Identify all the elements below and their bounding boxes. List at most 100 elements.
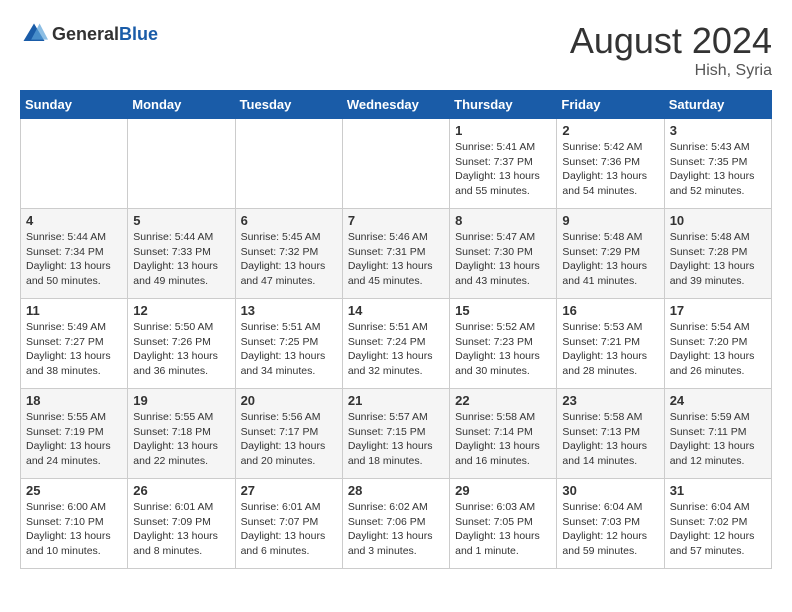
calendar-cell: 10Sunrise: 5:48 AM Sunset: 7:28 PM Dayli… <box>664 209 771 299</box>
calendar-cell: 31 Sunrise: 6:04 AM Sunset: 7:02 PM Dayli… <box>664 479 771 569</box>
day-number: 30 <box>562 483 658 498</box>
day-number: 8 <box>455 213 551 228</box>
day-number: 11 <box>26 303 122 318</box>
day-info: Sunrise: 6:04 AM Sunset: 7:03 PM Dayligh… <box>562 500 658 559</box>
weekday-header: Wednesday <box>342 91 449 119</box>
calendar-cell: 2Sunrise: 5:42 AM Sunset: 7:36 PM Daylig… <box>557 119 664 209</box>
calendar-week-row: 18 Sunrise: 5:55 AM Sunset: 7:19 PM Dayli… <box>21 389 772 479</box>
day-number: 18 <box>26 393 122 408</box>
day-info: Sunrise: 5:42 AM Sunset: 7:36 PM Dayligh… <box>562 140 658 199</box>
calendar-cell: 22Sunrise: 5:58 AM Sunset: 7:14 PM Dayli… <box>450 389 557 479</box>
logo: GeneralBlue <box>20 20 158 48</box>
day-info: Sunrise: 5:59 AM Sunset: 7:11 PM Dayligh… <box>670 410 766 469</box>
weekday-header: Tuesday <box>235 91 342 119</box>
calendar-cell: 17 Sunrise: 5:54 AM Sunset: 7:20 PM Dayli… <box>664 299 771 389</box>
day-info: Sunrise: 5:51 AM Sunset: 7:25 PM Dayligh… <box>241 320 337 379</box>
day-info: Sunrise: 5:41 AM Sunset: 7:37 PM Dayligh… <box>455 140 551 199</box>
calendar-cell: 7 Sunrise: 5:46 AM Sunset: 7:31 PM Daylig… <box>342 209 449 299</box>
day-info: Sunrise: 5:56 AM Sunset: 7:17 PM Dayligh… <box>241 410 337 469</box>
day-number: 15 <box>455 303 551 318</box>
day-number: 24 <box>670 393 766 408</box>
month-year: August 2024 <box>570 20 772 62</box>
calendar-cell: 26 Sunrise: 6:01 AM Sunset: 7:09 PM Dayli… <box>128 479 235 569</box>
calendar-cell <box>342 119 449 209</box>
day-info: Sunrise: 5:49 AM Sunset: 7:27 PM Dayligh… <box>26 320 122 379</box>
calendar-cell: 12 Sunrise: 5:50 AM Sunset: 7:26 PM Dayli… <box>128 299 235 389</box>
day-info: Sunrise: 5:54 AM Sunset: 7:20 PM Dayligh… <box>670 320 766 379</box>
day-info: Sunrise: 5:50 AM Sunset: 7:26 PM Dayligh… <box>133 320 229 379</box>
day-number: 5 <box>133 213 229 228</box>
day-info: Sunrise: 5:55 AM Sunset: 7:18 PM Dayligh… <box>133 410 229 469</box>
title-block: August 2024 Hish, Syria <box>570 20 772 80</box>
calendar-table: SundayMondayTuesdayWednesdayThursdayFrid… <box>20 90 772 569</box>
calendar-cell <box>128 119 235 209</box>
calendar-cell: 15 Sunrise: 5:52 AM Sunset: 7:23 PM Dayli… <box>450 299 557 389</box>
day-info: Sunrise: 6:01 AM Sunset: 7:07 PM Dayligh… <box>241 500 337 559</box>
logo-icon <box>20 20 48 48</box>
calendar-cell: 5Sunrise: 5:44 AM Sunset: 7:33 PM Daylig… <box>128 209 235 299</box>
calendar-week-row: 1 Sunrise: 5:41 AM Sunset: 7:37 PM Daylig… <box>21 119 772 209</box>
calendar-cell: 29 Sunrise: 6:03 AM Sunset: 7:05 PM Dayli… <box>450 479 557 569</box>
day-number: 29 <box>455 483 551 498</box>
day-number: 10 <box>670 213 766 228</box>
day-number: 23 <box>562 393 658 408</box>
calendar-cell: 27 Sunrise: 6:01 AM Sunset: 7:07 PM Dayli… <box>235 479 342 569</box>
calendar-cell: 30 Sunrise: 6:04 AM Sunset: 7:03 PM Dayli… <box>557 479 664 569</box>
calendar-cell <box>235 119 342 209</box>
day-number: 7 <box>348 213 444 228</box>
day-number: 6 <box>241 213 337 228</box>
calendar-week-row: 11 Sunrise: 5:49 AM Sunset: 7:27 PM Dayli… <box>21 299 772 389</box>
day-number: 27 <box>241 483 337 498</box>
day-number: 4 <box>26 213 122 228</box>
day-number: 20 <box>241 393 337 408</box>
calendar-cell <box>21 119 128 209</box>
calendar-cell: 23Sunrise: 5:58 AM Sunset: 7:13 PM Dayli… <box>557 389 664 479</box>
day-info: Sunrise: 6:03 AM Sunset: 7:05 PM Dayligh… <box>455 500 551 559</box>
calendar-cell: 20 Sunrise: 5:56 AM Sunset: 7:17 PM Dayli… <box>235 389 342 479</box>
day-number: 16 <box>562 303 658 318</box>
day-info: Sunrise: 5:55 AM Sunset: 7:19 PM Dayligh… <box>26 410 122 469</box>
day-info: Sunrise: 5:52 AM Sunset: 7:23 PM Dayligh… <box>455 320 551 379</box>
day-info: Sunrise: 5:58 AM Sunset: 7:14 PM Dayligh… <box>455 410 551 469</box>
calendar-week-row: 25 Sunrise: 6:00 AM Sunset: 7:10 PM Dayli… <box>21 479 772 569</box>
logo-blue: Blue <box>119 24 158 44</box>
day-number: 17 <box>670 303 766 318</box>
location: Hish, Syria <box>570 62 772 80</box>
day-number: 14 <box>348 303 444 318</box>
calendar-cell: 16 Sunrise: 5:53 AM Sunset: 7:21 PM Dayli… <box>557 299 664 389</box>
calendar-cell: 21 Sunrise: 5:57 AM Sunset: 7:15 PM Dayli… <box>342 389 449 479</box>
day-info: Sunrise: 5:57 AM Sunset: 7:15 PM Dayligh… <box>348 410 444 469</box>
day-info: Sunrise: 5:53 AM Sunset: 7:21 PM Dayligh… <box>562 320 658 379</box>
day-number: 26 <box>133 483 229 498</box>
calendar-cell: 9 Sunrise: 5:48 AM Sunset: 7:29 PM Daylig… <box>557 209 664 299</box>
calendar-cell: 18 Sunrise: 5:55 AM Sunset: 7:19 PM Dayli… <box>21 389 128 479</box>
day-number: 28 <box>348 483 444 498</box>
day-number: 25 <box>26 483 122 498</box>
day-info: Sunrise: 6:00 AM Sunset: 7:10 PM Dayligh… <box>26 500 122 559</box>
day-number: 3 <box>670 123 766 138</box>
day-info: Sunrise: 6:01 AM Sunset: 7:09 PM Dayligh… <box>133 500 229 559</box>
day-number: 9 <box>562 213 658 228</box>
calendar-cell: 6 Sunrise: 5:45 AM Sunset: 7:32 PM Daylig… <box>235 209 342 299</box>
calendar-cell: 28 Sunrise: 6:02 AM Sunset: 7:06 PM Dayli… <box>342 479 449 569</box>
day-info: Sunrise: 5:45 AM Sunset: 7:32 PM Dayligh… <box>241 230 337 289</box>
day-number: 31 <box>670 483 766 498</box>
calendar-cell: 3 Sunrise: 5:43 AM Sunset: 7:35 PM Daylig… <box>664 119 771 209</box>
day-number: 1 <box>455 123 551 138</box>
day-info: Sunrise: 6:04 AM Sunset: 7:02 PM Dayligh… <box>670 500 766 559</box>
day-info: Sunrise: 5:46 AM Sunset: 7:31 PM Dayligh… <box>348 230 444 289</box>
calendar-cell: 24 Sunrise: 5:59 AM Sunset: 7:11 PM Dayli… <box>664 389 771 479</box>
calendar-cell: 14 Sunrise: 5:51 AM Sunset: 7:24 PM Dayli… <box>342 299 449 389</box>
day-number: 12 <box>133 303 229 318</box>
weekday-header: Thursday <box>450 91 557 119</box>
calendar-cell: 8Sunrise: 5:47 AM Sunset: 7:30 PM Daylig… <box>450 209 557 299</box>
day-info: Sunrise: 6:02 AM Sunset: 7:06 PM Dayligh… <box>348 500 444 559</box>
calendar-cell: 1 Sunrise: 5:41 AM Sunset: 7:37 PM Daylig… <box>450 119 557 209</box>
day-info: Sunrise: 5:51 AM Sunset: 7:24 PM Dayligh… <box>348 320 444 379</box>
day-info: Sunrise: 5:43 AM Sunset: 7:35 PM Dayligh… <box>670 140 766 199</box>
calendar-cell: 4Sunrise: 5:44 AM Sunset: 7:34 PM Daylig… <box>21 209 128 299</box>
day-number: 21 <box>348 393 444 408</box>
day-info: Sunrise: 5:48 AM Sunset: 7:29 PM Dayligh… <box>562 230 658 289</box>
day-number: 19 <box>133 393 229 408</box>
calendar-week-row: 4Sunrise: 5:44 AM Sunset: 7:34 PM Daylig… <box>21 209 772 299</box>
